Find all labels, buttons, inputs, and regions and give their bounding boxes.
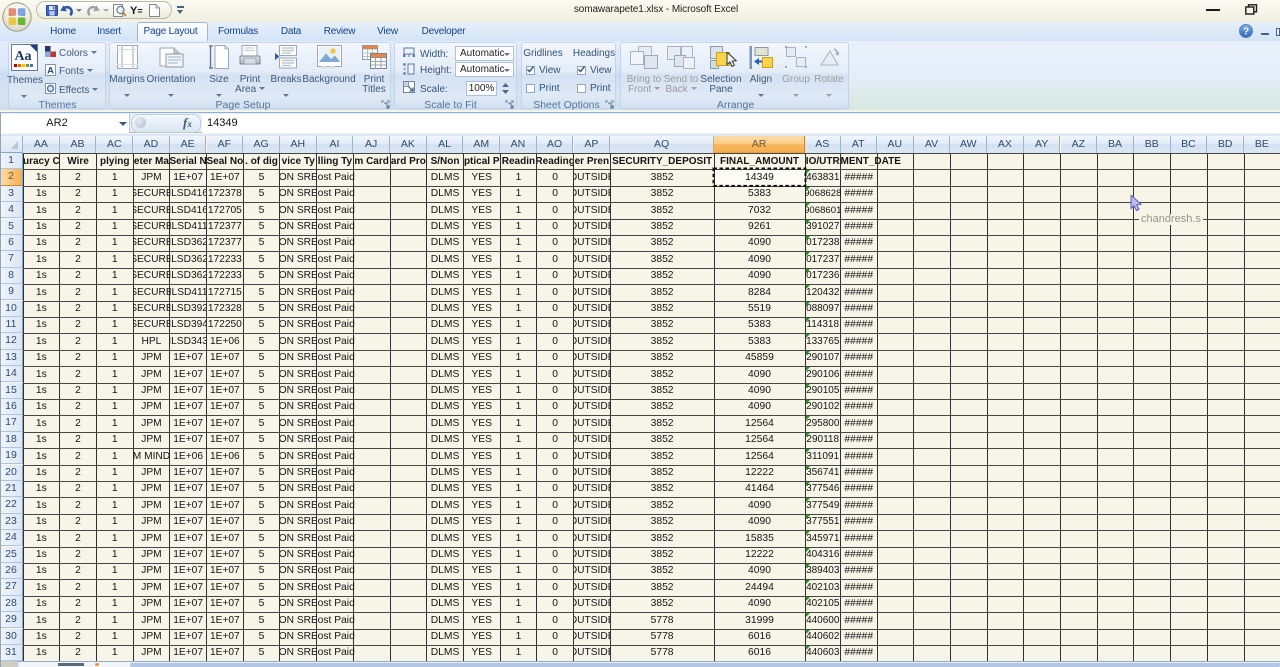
svg-text:?: ? <box>1243 27 1249 38</box>
svg-text:Aa: Aa <box>14 49 31 64</box>
svg-text:A: A <box>47 66 54 77</box>
